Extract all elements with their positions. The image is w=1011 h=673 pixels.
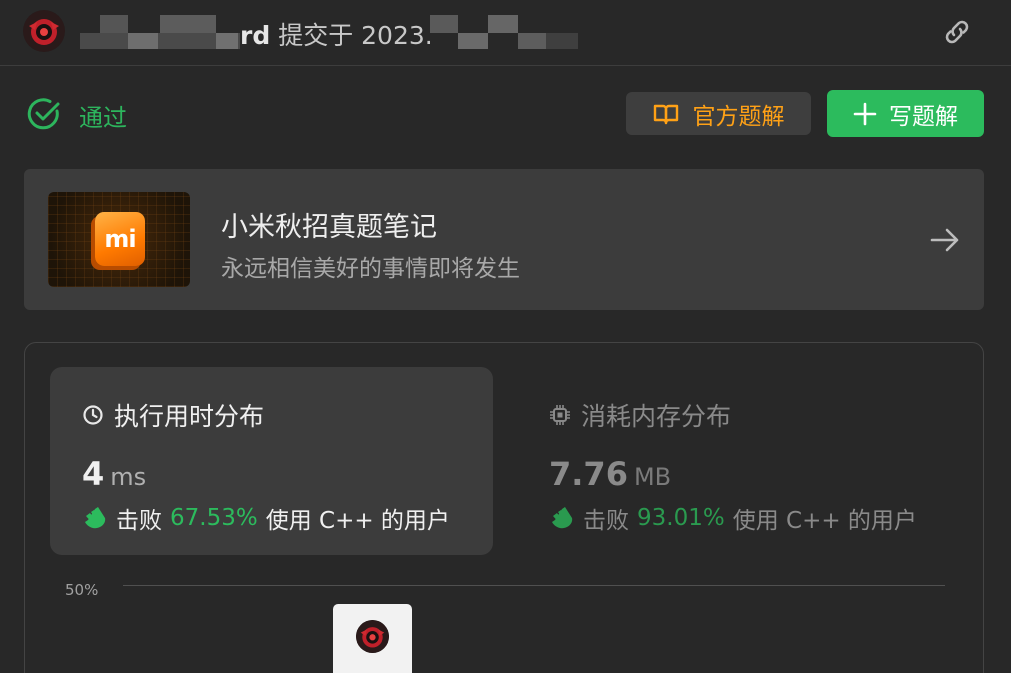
plus-icon	[853, 102, 877, 125]
runtime-beat-prefix: 击败	[116, 508, 162, 534]
submission-header: rd 提交于 2023.	[0, 0, 1011, 66]
write-solution-button[interactable]: 写题解	[827, 90, 984, 137]
redacted-block	[100, 15, 128, 33]
redacted-block	[546, 33, 578, 49]
memory-title-label: 消耗内存分布	[581, 402, 732, 431]
chart-gridline	[123, 585, 945, 586]
book-icon	[653, 104, 678, 124]
arrow-right-icon[interactable]	[929, 225, 961, 255]
user-avatar[interactable]	[23, 10, 65, 52]
memory-card[interactable]: 消耗内存分布 7.76 MB 击败 93.01% 使用 C++ 的用户	[517, 367, 960, 555]
redacted-block	[518, 33, 546, 49]
clock-icon	[83, 405, 103, 425]
submission-meta: rd 提交于 2023.	[240, 16, 433, 52]
banner-title: 小米秋招真题笔记	[221, 212, 437, 243]
promo-banner[interactable]: mi 小米秋招真题笔记 永远相信美好的事情即将发生	[24, 169, 984, 310]
official-solution-button[interactable]: 官方题解	[626, 92, 811, 135]
runtime-number: 4	[82, 455, 105, 493]
runtime-beats: 击败 67.53% 使用 C++ 的用户	[82, 501, 450, 535]
banner-thumbnail: mi	[48, 192, 190, 287]
memory-title: 消耗内存分布	[549, 397, 731, 433]
your-submission-bar[interactable]	[333, 604, 412, 673]
memory-percent: 93.01%	[637, 505, 725, 531]
chip-icon	[550, 405, 570, 425]
check-circle-icon	[27, 98, 60, 130]
redacted-timestamp	[430, 15, 458, 33]
bar-user-avatar	[356, 620, 389, 653]
runtime-title: 执行用时分布	[82, 397, 264, 433]
runtime-beat-suffix: 使用 C++ 的用户	[265, 508, 450, 534]
redacted-block	[160, 15, 216, 33]
chart-y-tick-label: 50%	[65, 581, 99, 599]
link-icon[interactable]	[941, 17, 973, 47]
clap-hands-icon	[552, 507, 573, 529]
memory-number: 7.76	[549, 455, 628, 493]
memory-beat-prefix: 击败	[583, 508, 629, 534]
redacted-block	[128, 33, 158, 49]
memory-value: 7.76 MB	[549, 455, 671, 493]
write-solution-label: 写题解	[889, 103, 958, 130]
memory-unit: MB	[633, 463, 672, 491]
runtime-value: 4 ms	[82, 455, 146, 493]
runtime-unit: ms	[110, 463, 147, 491]
username-tail: rd	[240, 21, 271, 50]
memory-beat-suffix: 使用 C++ 的用户	[732, 508, 917, 534]
xiaomi-logo: mi	[95, 212, 145, 266]
redacted-block	[458, 33, 488, 49]
redacted-block	[216, 33, 238, 49]
clap-hands-icon	[85, 507, 106, 529]
redacted-block	[488, 15, 518, 33]
performance-panel: 执行用时分布 4 ms 击败 67.53% 使用 C++ 的用户 消耗内存分布 …	[24, 342, 984, 673]
runtime-percent: 67.53%	[170, 505, 258, 531]
submitted-time-text: 提交于 2023.	[278, 21, 433, 50]
runtime-title-label: 执行用时分布	[114, 402, 265, 431]
official-solution-label: 官方题解	[692, 103, 785, 130]
status-accepted-label: 通过	[79, 104, 127, 132]
banner-subtitle: 永远相信美好的事情即将发生	[221, 256, 520, 282]
runtime-card[interactable]: 执行用时分布 4 ms 击败 67.53% 使用 C++ 的用户	[50, 367, 493, 555]
memory-beats: 击败 93.01% 使用 C++ 的用户	[549, 501, 917, 535]
